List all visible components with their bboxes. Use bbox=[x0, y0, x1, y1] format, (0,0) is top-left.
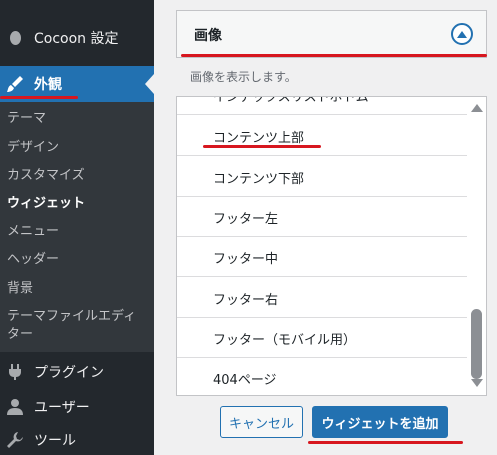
user-icon bbox=[4, 396, 26, 418]
scroll-up-arrow-icon[interactable] bbox=[471, 104, 483, 112]
sidebar-item-label: ツール bbox=[34, 433, 76, 449]
submenu-item-theme-file-editor[interactable]: テーマファイルエディター bbox=[7, 308, 147, 344]
list-item[interactable]: フッター右 bbox=[177, 278, 467, 318]
cancel-button[interactable]: キャンセル bbox=[220, 406, 303, 438]
sidebar-item-plugins[interactable]: プラグイン bbox=[0, 354, 154, 390]
sidebar-item-label: Cocoon 設定 bbox=[34, 31, 119, 47]
sidebar-item-label: プラグイン bbox=[34, 365, 104, 381]
annotation-underline-add-widget bbox=[308, 441, 463, 444]
active-indicator-arrow bbox=[145, 74, 154, 94]
submenu-item-design[interactable]: デザイン bbox=[7, 139, 59, 157]
cocoon-icon bbox=[4, 27, 26, 49]
paintbrush-icon bbox=[4, 73, 26, 95]
submenu-item-customize[interactable]: カスタマイズ bbox=[7, 167, 85, 185]
submenu-item-menus[interactable]: メニュー bbox=[7, 223, 59, 241]
admin-sidebar: Cocoon 設定 外観 テーマ デザイン カスタマイズ ウィジェット メニュー… bbox=[0, 0, 154, 455]
list-item[interactable]: コンテンツ上部 bbox=[177, 116, 467, 156]
list-scrollbar[interactable] bbox=[467, 97, 486, 395]
scroll-down-arrow-icon[interactable] bbox=[471, 379, 483, 387]
submenu-item-header[interactable]: ヘッダー bbox=[7, 251, 59, 269]
annotation-underline-widget-header bbox=[181, 54, 487, 57]
widget-description: 画像を表示します。 bbox=[190, 70, 297, 84]
list-item[interactable]: フッター中 bbox=[177, 237, 467, 277]
plugin-icon bbox=[4, 361, 26, 383]
scrollbar-thumb[interactable] bbox=[471, 309, 482, 379]
list-item[interactable]: フッター（モバイル用） bbox=[177, 318, 467, 358]
list-item[interactable]: 404ページ bbox=[177, 358, 467, 395]
widget-title: 画像 bbox=[194, 28, 222, 44]
annotation-underline-content-top bbox=[203, 145, 321, 148]
sidebar-item-users[interactable]: ユーザー bbox=[0, 389, 154, 425]
widget-area-list: インデックスリストボトム コンテンツ上部 コンテンツ下部 フッター左 フッター中… bbox=[176, 96, 487, 396]
wrench-icon bbox=[4, 429, 26, 451]
submenu-item-widgets[interactable]: ウィジェット bbox=[7, 195, 85, 213]
list-item[interactable]: フッター左 bbox=[177, 197, 467, 237]
sidebar-item-cocoon-settings[interactable]: Cocoon 設定 bbox=[0, 20, 154, 56]
sidebar-item-label: ユーザー bbox=[34, 400, 90, 416]
widget-panel-header[interactable]: 画像 bbox=[176, 10, 487, 58]
collapse-toggle-button[interactable] bbox=[451, 23, 473, 45]
appearance-submenu: テーマ デザイン カスタマイズ ウィジェット メニュー ヘッダー 背景 テーマフ… bbox=[0, 102, 154, 352]
triangle-up-icon bbox=[457, 30, 467, 38]
list-item[interactable]: インデックスリストボトム bbox=[177, 97, 467, 115]
submenu-item-theme[interactable]: テーマ bbox=[7, 110, 46, 128]
submenu-item-background[interactable]: 背景 bbox=[7, 280, 33, 298]
sidebar-item-tools[interactable]: ツール bbox=[0, 422, 154, 455]
annotation-underline-appearance bbox=[0, 96, 78, 99]
list-item[interactable]: コンテンツ下部 bbox=[177, 157, 467, 197]
sidebar-item-label: 外観 bbox=[34, 77, 62, 93]
add-widget-button[interactable]: ウィジェットを追加 bbox=[312, 406, 448, 438]
